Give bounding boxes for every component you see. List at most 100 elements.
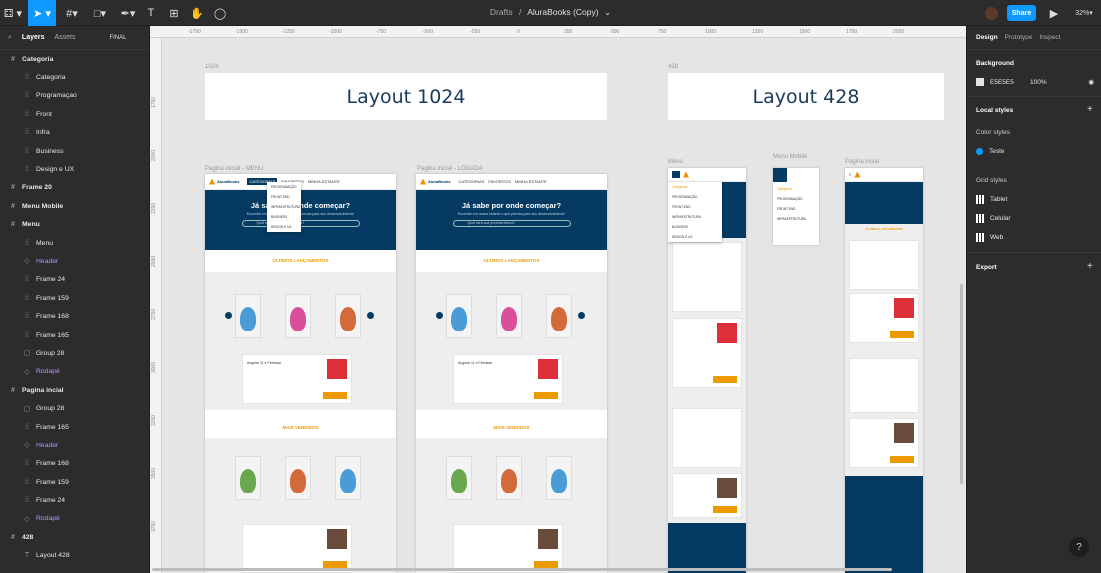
canvas-scrollbar-horizontal[interactable] [152,568,892,571]
layer-item[interactable]: #428 [0,528,149,546]
book-card[interactable] [672,408,742,468]
next-arrow-icon[interactable] [367,312,374,319]
menu-item[interactable]: Categorias [773,184,819,194]
hamburger-icon[interactable] [773,168,787,182]
menu-item[interactable]: PROGRAMAÇÃO [668,192,722,202]
card-button[interactable] [323,392,347,399]
layer-item[interactable]: ◇ Header [0,436,149,454]
book-cover[interactable] [235,456,261,500]
layout-1024-title[interactable]: Layout 1024 [205,73,607,120]
layer-item[interactable]: ⁞⁞ Front [0,105,149,123]
author-card[interactable] [672,473,742,518]
tab-assets[interactable]: Assets [55,34,76,41]
hero-search[interactable]: Qual será sua próxima leitura? [452,220,571,227]
book-cover[interactable] [446,456,472,500]
file-name[interactable]: AluraBooks (Copy) [527,7,598,17]
featured-card[interactable] [672,318,742,388]
canvas[interactable]: -1750 -1500 -1250 -1000 -750 -500 -250 0 250 500 7… [150,26,966,573]
layer-item[interactable]: ⁞⁞ Frame 165 [0,326,149,344]
chevron-down-icon[interactable]: ⌄ [604,7,611,17]
featured-card[interactable]: Angular 11 e Firebase [242,354,352,404]
book-cover[interactable] [496,456,522,500]
layer-item[interactable]: T Layout 428 [0,547,149,565]
grid-style-item[interactable]: Web [976,233,1003,242]
menu-item[interactable]: Categorias [668,182,722,192]
help-icon[interactable]: ? [1069,537,1089,557]
card-button[interactable] [713,506,737,513]
resources-icon[interactable]: ⊞ [164,0,184,26]
layer-item[interactable]: ⁞⁞ Frame 24 [0,271,149,289]
canvas-scrollbar-vertical[interactable] [960,284,963,484]
frame-label-428[interactable]: 428 [668,64,678,70]
next-arrow-icon[interactable] [578,312,585,319]
bg-hex-value[interactable]: E5E5E5 [990,79,1030,86]
menu-item[interactable]: FRONT-END [267,192,301,202]
tab-layers[interactable]: Layers [22,34,45,41]
book-cover[interactable] [285,294,311,338]
main-menu-icon[interactable]: ⚃ ▾ [0,0,26,26]
frame-label-menu[interactable]: Menu [668,159,683,165]
eye-icon[interactable]: ◉ [1088,78,1094,86]
menu-item[interactable]: DESIGN E UX [668,232,722,242]
menu-item[interactable]: INFRAESTRUTURA [267,202,301,212]
card-button[interactable] [534,561,558,568]
menu-mobile-frame[interactable]: Categorias PROGRAMAÇÃO FRONT-END INFRAES… [773,168,819,245]
layer-item[interactable]: ⁞⁞ Categoria [0,68,149,86]
layer-item[interactable]: # Categoria [0,50,149,68]
layer-item[interactable]: ⁞⁞ Menu [0,234,149,252]
menu-item[interactable]: INFRAESTRUTURA [773,214,819,224]
card-button[interactable] [890,331,914,338]
layer-item[interactable]: ◇ Header [0,252,149,270]
move-tool-icon[interactable]: ➤ ▾ [28,0,56,26]
book-cover[interactable] [546,294,572,338]
avatar[interactable] [982,0,1000,26]
prev-arrow-icon[interactable] [436,312,443,319]
layer-item[interactable]: ⁞⁞ Frame 159 [0,289,149,307]
frame-label-logada[interactable]: Pagina inicial - LOGADA [417,166,483,172]
card-button[interactable] [890,456,914,463]
present-icon[interactable]: ▶ [1046,0,1062,26]
frame-label-1024[interactable]: 1024 [205,64,218,70]
tab-inspect[interactable]: Inspect [1040,34,1061,41]
layer-item[interactable]: # Pagina incial [0,381,149,399]
add-style-icon[interactable]: + [1087,104,1093,115]
desktop-frame-logada[interactable]: AluraBooks CATEGORIAS FAVORITOS MINHA ESTAN… [416,174,607,573]
shape-tool-icon[interactable]: □▾ [86,0,114,26]
book-cover[interactable] [335,456,361,500]
menu-item[interactable]: FRONT-END [668,202,722,212]
zoom-control[interactable]: 32% ▾ [1070,0,1098,26]
card-button[interactable] [323,561,347,568]
layer-item[interactable]: ⁞⁞ Frame 159 [0,473,149,491]
hamburger-icon[interactable] [672,171,680,178]
book-cover[interactable] [235,294,261,338]
book-cover[interactable] [285,456,311,500]
author-card[interactable] [849,418,919,468]
comment-tool-icon[interactable]: ◯ [210,0,230,26]
nav-favoritos[interactable]: FAVORITOS [488,179,511,184]
book-cover[interactable] [446,294,472,338]
layer-item[interactable]: ⁞⁞ Design e UX [0,160,149,178]
layer-item[interactable]: ⁞⁞ Frame 24 [0,491,149,509]
layer-item[interactable]: ⁞⁞ Programaçao [0,87,149,105]
featured-card[interactable]: Angular 11 e Firebase [453,354,563,404]
book-cover[interactable] [546,456,572,500]
layer-item[interactable]: ▢ Group 28 [0,344,149,362]
mobile-frame-home[interactable]: ≡ ÚLTIMOS LANÇAMENTOS [845,168,923,573]
book-cover[interactable] [496,294,522,338]
frame-tool-icon[interactable]: #▾ [58,0,86,26]
tab-prototype[interactable]: Prototype [1005,34,1033,41]
menu-item[interactable]: INFRAESTRUTURA [668,212,722,222]
menu-item[interactable]: BUSINESS [267,212,301,222]
book-card[interactable] [849,358,919,413]
card-button[interactable] [534,392,558,399]
book-card[interactable] [849,240,919,290]
bg-opacity-value[interactable]: 100% [1030,79,1047,86]
search-icon[interactable]: ⌕ [8,34,12,42]
menu-item[interactable]: BUSINESS [668,222,722,232]
grid-style-item[interactable]: Tablet [976,195,1007,204]
nav-estante[interactable]: MINHA ESTANTE [308,179,340,184]
layer-item[interactable]: ⁞⁞ Frame 168 [0,455,149,473]
breadcrumb-drafts[interactable]: Drafts [490,7,513,17]
add-export-icon[interactable]: + [1087,261,1093,272]
layer-item[interactable]: ▢ Group 28 [0,399,149,417]
